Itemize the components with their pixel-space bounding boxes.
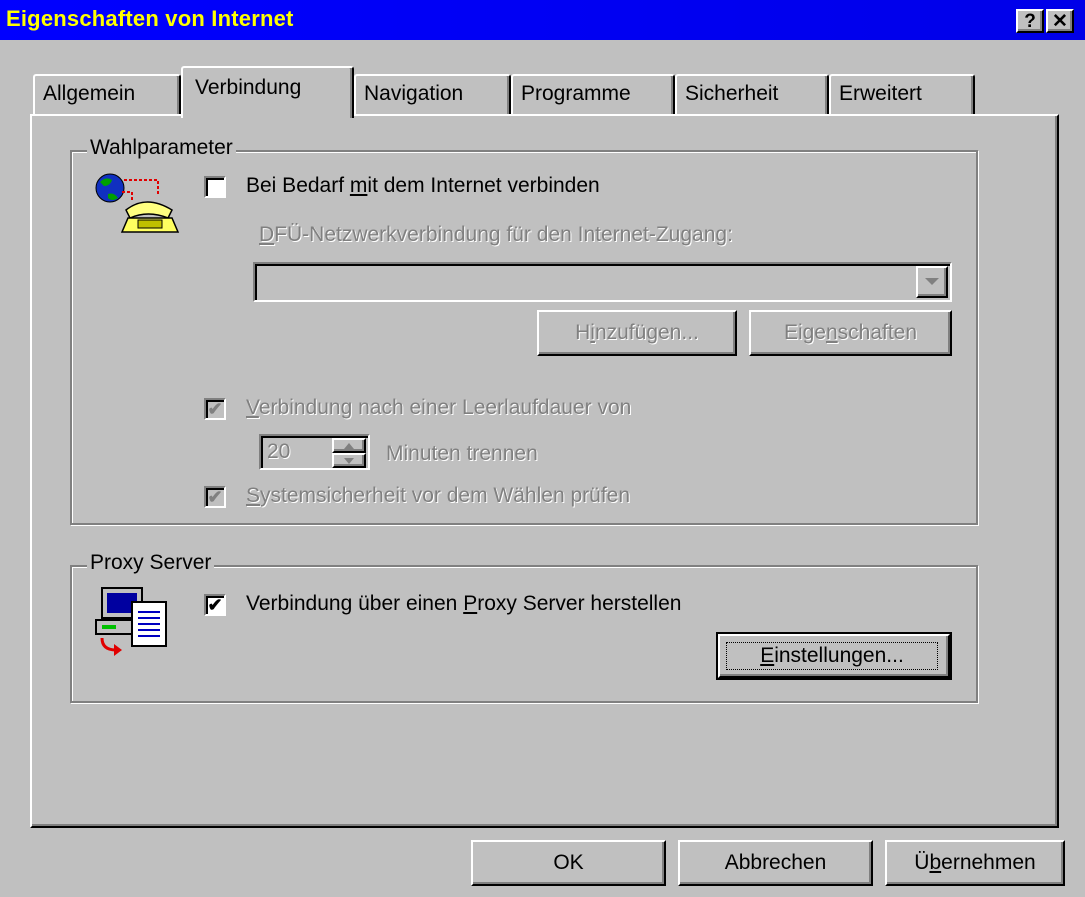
tab-verbindung[interactable]: Verbindung [181,66,354,118]
spin-up-button[interactable] [332,438,366,453]
use-proxy-checkbox[interactable]: ✔ [204,594,226,616]
tab-label: Allgemein [43,82,136,105]
apply-button[interactable]: Üb ernehmen [885,840,1065,886]
idle-disconnect-label: Verbindung nach einer Leerlaufdauer von [246,396,632,419]
help-button[interactable]: ? [1016,9,1044,33]
tab-label: Verbindung [195,76,302,99]
auto-connect-checkbox[interactable] [204,176,226,198]
close-icon: ✕ [1052,10,1068,32]
tab-label: Navigation [364,82,464,105]
tab-sicherheit[interactable]: Sicherheit [675,74,829,114]
dial-settings-legend: Wahlparameter [87,136,236,160]
tab-programme[interactable]: Programme [511,74,675,114]
tab-label: Programme [521,82,631,105]
tab-navigation[interactable]: Navigation [354,74,511,114]
title-bar[interactable]: Eigenschaften von Internet ? ✕ [0,0,1085,40]
tab-allgemein[interactable]: Allgemein [33,74,181,114]
check-mark-icon: ✔ [207,595,223,615]
globe-phone-icon [95,173,180,233]
tab-label: Erweitert [839,82,922,105]
dropdown-arrow-icon [925,278,939,285]
add-connection-button[interactable]: Hi nzufügen... [537,310,737,356]
idle-disconnect-checkbox[interactable]: ✔ [204,398,226,420]
proxy-settings-button[interactable]: Einstellungen... [716,632,952,680]
check-mark-icon: ✔ [207,487,223,507]
window-title: Eigenschaften von Internet [6,6,294,31]
tab-erweitert[interactable]: Erweitert [829,74,975,114]
spin-down-icon [344,457,354,464]
idle-minutes-value: 20 [267,440,291,463]
idle-minutes-spinner[interactable]: 20 [259,434,370,470]
spin-up-icon [344,442,354,449]
tab-label: Sicherheit [685,82,779,105]
security-check-checkbox[interactable]: ✔ [204,486,226,508]
proxy-server-legend: Proxy Server [87,551,215,575]
connection-properties-button[interactable]: Eige n schaften [749,310,952,356]
use-proxy-label: Verbindung über einen Proxy Server herst… [246,592,682,615]
auto-connect-label: Bei Bedarf mit dem Internet verbinden [246,174,600,197]
dun-connection-select[interactable] [253,262,952,302]
check-mark-icon: ✔ [207,399,223,419]
security-check-label: Systemsicherheit vor dem Wählen prüfen [246,484,631,507]
proxy-computer-icon [95,587,167,656]
cancel-button[interactable]: Abbrechen [678,840,873,886]
close-button[interactable]: ✕ [1046,9,1074,33]
dun-connection-label: DFÜ-Netzwerkverbindung für den Internet-… [259,223,733,246]
idle-minutes-label: Minuten trennen [386,442,538,465]
spin-down-button[interactable] [332,453,366,468]
ok-button[interactable]: OK [471,840,666,886]
dropdown-arrow-button[interactable] [916,266,948,298]
help-icon: ? [1024,10,1036,32]
